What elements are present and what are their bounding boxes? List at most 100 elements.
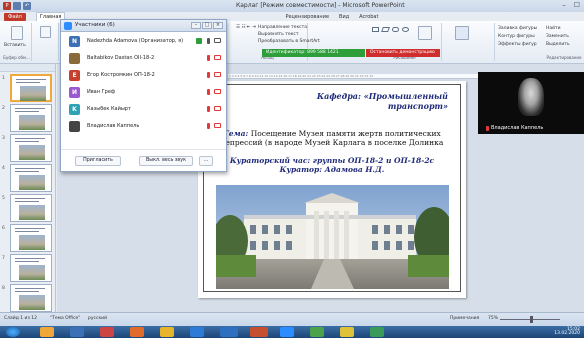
notes-button[interactable]: Примечания [450,316,479,321]
participant-name: Казыбек Кайырт [87,106,131,112]
slides-pane-tabs[interactable] [0,64,55,72]
clipboard-group: Вставить Буфер обм... [2,23,32,61]
bullets-icon[interactable]: ☰ ☷ ⇤ ⇥ [236,25,256,30]
new-slide-icon[interactable] [40,26,51,38]
slide-thumbnail-number: 3 [2,136,5,141]
taskbar-app-icon[interactable] [310,327,324,337]
paste-icon[interactable] [11,26,23,40]
taskbar-app-icon[interactable] [70,327,84,337]
participant-avatar: K [69,104,80,115]
taskbar-app-icon[interactable] [130,327,144,337]
align-text-button[interactable]: Выровнять текст [258,32,298,37]
participant-name: Nadezhda Adamova (Организатор, я) [87,38,184,44]
maximize-button[interactable]: ☐ [574,1,580,9]
oval-shape-icon[interactable] [402,27,409,32]
find-button[interactable]: Найти [546,26,561,31]
participant-row[interactable]: Владислав Каппель [61,118,226,135]
taskbar-app-icon[interactable] [40,327,54,337]
shape-effects-button[interactable]: Эффекты фигур [498,42,537,47]
powerpoint-taskbar-icon[interactable] [250,327,268,337]
quick-styles-icon[interactable] [455,26,469,40]
panel-minimize-button[interactable]: – [191,22,201,29]
replace-button[interactable]: Заменить [546,34,569,39]
current-slide[interactable]: Кафедра: «Промышленный транспорт» Тема: … [198,81,466,298]
participant-avatar: N [69,36,80,47]
participant-name: Baltabikov Dastan OII-18-2 [87,55,155,61]
slide-department: Кафедра: «Промышленный транспорт» [258,91,448,111]
panel-close-button[interactable]: × [213,22,223,29]
theme-name: "Тема Office" [50,316,81,321]
taskbar-app-icon[interactable] [370,327,384,337]
mute-all-button[interactable]: Выкл. весь звук [139,156,193,166]
rounded-shape-icon[interactable] [392,27,399,32]
invite-button[interactable]: Пригласить [75,156,121,166]
slides-pane: 1 2 3 4 5 6 7 8 [0,64,56,312]
slide-thumbnail[interactable] [10,284,52,312]
slide-thumbnail[interactable] [10,104,52,132]
tab-view[interactable]: Вид [339,14,349,20]
convert-smartart-button[interactable]: Преобразовать в SmartArt [258,39,320,44]
taskbar-app-icon[interactable] [190,327,204,337]
thumbnail-text-line [15,291,39,292]
slide-thumbnail[interactable] [10,134,52,162]
save-icon[interactable] [13,2,21,10]
participant-row[interactable]: N Nadezhda Adamova (Организатор, я) [61,33,226,50]
word-taskbar-icon[interactable] [220,327,238,337]
panel-maximize-button[interactable]: □ [202,22,212,29]
tab-file[interactable]: Файл [4,12,26,21]
start-button-icon[interactable] [6,327,20,337]
zoom-taskbar-icon[interactable] [280,327,294,337]
video-thumbnail[interactable]: Владислав Каппель [478,72,584,134]
tab-acrobat[interactable]: Acrobat [359,14,378,20]
undo-icon[interactable]: ↶ [23,2,31,10]
taskbar-app-icon[interactable] [100,327,114,337]
thumbnail-text-line [15,171,39,172]
participant-row[interactable]: K Казыбек Кайырт [61,101,226,118]
muted-mic-icon [486,125,489,131]
line-shape-icon[interactable] [381,27,390,32]
muted-mic-icon [207,89,210,95]
slide-thumbnail[interactable] [10,224,52,252]
select-button[interactable]: Выделить [546,42,570,47]
participant-avatar: E [69,70,80,81]
zoom-slider-thumb[interactable] [530,316,533,323]
thumbnail-text-line [15,258,45,259]
language-indicator[interactable]: русский [88,316,107,321]
participant-avatar: И [69,87,80,98]
taskbar-app-icon[interactable] [340,327,354,337]
text-direction-button[interactable]: Направление текста [258,25,307,30]
video-off-icon [214,89,221,94]
zoom-level[interactable]: 75% [488,316,498,321]
participants-footer: Пригласить Выкл. весь звук ... [61,149,226,171]
tab-review[interactable]: Рецензирование [285,14,329,20]
meeting-id-bar[interactable]: Идентификатор: 899 588 1421 [262,49,365,57]
panel-window-controls: – □ × [191,22,223,29]
thumbnail-text-line [16,82,40,83]
shape-outline-button[interactable]: Контур фигуры [498,34,535,39]
rectangle-shape-icon[interactable] [372,27,379,32]
paste-button[interactable]: Вставить [4,43,26,48]
slide-thumbnail-number: 5 [2,196,5,201]
thumbnail-text-line [15,261,39,262]
slide-thumbnail[interactable] [10,164,52,192]
system-clock[interactable]: 15:02 13.02.2020 [554,327,580,336]
window-title: Карлаг [Режим совместимости] - Microsoft… [236,2,405,9]
thumbnail-image [19,265,45,280]
participant-row[interactable]: Baltabikov Dastan OII-18-2 [61,50,226,67]
slide-thumbnail[interactable] [10,74,52,102]
video-off-icon [214,55,221,60]
participant-row[interactable]: И Иван Греф [61,84,226,101]
slide-thumbnail[interactable] [10,254,52,282]
stop-share-button[interactable]: Остановить демонстрацию [366,49,440,57]
participant-row[interactable]: E Егор Костромкин ОП-18-2 [61,67,226,84]
arrange-icon[interactable] [418,26,432,40]
minimize-button[interactable]: – [562,1,566,9]
horizontal-ruler: ·1·2·3·4·5·6·7·8·9·10·11·12·13·14·15·16·… [228,74,483,79]
shape-fill-button[interactable]: Заливка фигуры [498,26,537,31]
thumbnail-text-line [15,201,39,202]
more-options-button[interactable]: ... [199,156,213,166]
participants-panel: Участники (6) – □ × N Nadezhda Adamova (О… [60,19,227,172]
slide-thumbnail[interactable] [10,194,52,222]
slide-curator-hour: Кураторский час: группы ОП-18-2 и ОП-18-… [212,156,452,174]
taskbar-app-icon[interactable] [160,327,174,337]
